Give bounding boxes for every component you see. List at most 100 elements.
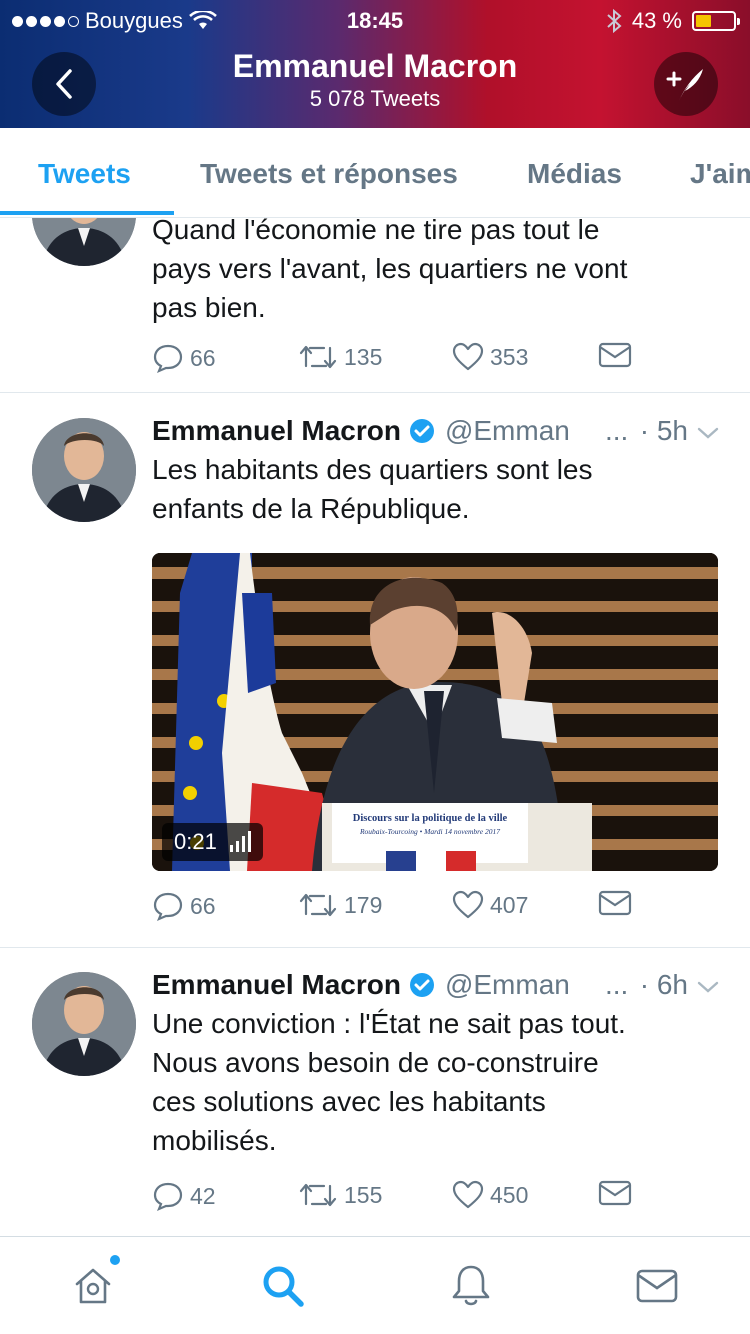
video-player[interactable]: Discours sur la politique de la ville Ro… [152,553,718,871]
timeline[interactable]: Quand l'économie ne tire pas tout le pay… [0,218,750,1236]
tweet-text-line: pas bien. [152,292,266,323]
reply-icon [153,892,183,922]
tweet-actions: 66 179 407 [152,890,652,926]
author-name[interactable]: Emmanuel Macron [152,969,401,1001]
retweet-icon [299,345,337,369]
reply-button[interactable]: 66 [152,890,216,922]
podium-sign-title: Discours sur la politique de la ville [353,813,508,824]
tweet-text-line: Quand l'économie ne tire pas tout le [152,218,600,245]
profile-name: Emmanuel Macron [232,48,518,84]
handle-ellipsis: ... [604,969,629,1000]
home-icon [75,1268,111,1304]
avatar[interactable] [32,418,136,522]
heart-icon [452,1180,484,1209]
avatar[interactable] [32,972,136,1076]
direct-message-button[interactable] [598,1180,632,1206]
retweet-icon [299,893,337,917]
verified-badge-icon [409,973,434,997]
heart-icon [452,890,484,919]
video-duration-badge: 0:21 [162,823,263,861]
like-button[interactable]: 407 [452,890,528,920]
tweet-text-line: Les habitants des quartiers sont les [152,454,593,485]
reply-count: 66 [190,344,216,371]
tweet-item[interactable]: Emmanuel Macron @Emman... · 6h Une convi… [0,948,750,1236]
profile-tabs: Tweets Tweets et réponses Médias J'aim [0,128,750,218]
tweet-item[interactable]: Emmanuel Macron @Emman... · 5h Les habit… [0,393,750,948]
bottom-tab-home[interactable] [68,1255,120,1311]
verified-badge-icon [409,419,434,443]
volume-bars-icon [229,831,251,852]
tweet-text-line: ces solutions avec les habitants [152,1086,546,1117]
tab-likes[interactable]: J'aim [690,158,750,190]
direct-message-button[interactable] [598,890,632,916]
avatar[interactable] [32,218,136,266]
retweet-count: 155 [344,1181,383,1208]
author-handle: @Emman [444,969,570,1000]
bottom-tab-search[interactable] [258,1261,308,1311]
tweet-timestamp: · 5h [639,415,688,446]
search-icon [263,1266,304,1307]
new-tweets-indicator [110,1255,120,1265]
tweet-timestamp: · 6h [639,969,688,1000]
status-bar: Bouygues 18:45 43 % [0,0,750,40]
reply-icon [153,344,183,374]
heart-icon [452,342,484,371]
tweet-actions: 66 135 353 [152,342,652,378]
battery-icon [692,11,740,31]
tab-tweets[interactable]: Tweets [38,158,131,190]
envelope-icon [598,890,632,916]
tweet-text-line: mobilisés. [152,1125,277,1156]
envelope-icon [598,1180,632,1206]
video-duration: 0:21 [174,829,217,854]
like-button[interactable]: 450 [452,1180,528,1210]
retweet-count: 179 [344,891,383,918]
battery-percent: 43 % [631,8,682,33]
tweet-text: Les habitants des quartiers sont les enf… [152,450,722,528]
podium-sign-subtitle: Roubaix-Tourcoing • Mardi 14 novembre 20… [359,827,500,836]
tweet-actions: 42 155 450 [152,1180,652,1216]
reply-count: 42 [190,1182,216,1209]
like-count: 353 [490,343,529,370]
tweet-text-line: enfants de la République. [152,493,470,524]
reply-button[interactable]: 42 [152,1180,216,1212]
tweet-count: 5 078 Tweets [309,86,441,111]
messages-icon [636,1269,678,1303]
compose-tweet-button[interactable] [654,52,718,116]
direct-message-button[interactable] [598,342,632,368]
author-handle: @Emman [444,415,570,446]
author-name[interactable]: Emmanuel Macron [152,415,401,447]
profile-header: Bouygues 18:45 43 % Emmanuel Macron 5 07… [0,0,750,128]
retweet-button[interactable]: 155 [298,1180,382,1210]
envelope-icon [598,342,632,368]
tweet-text: Quand l'économie ne tire pas tout le pay… [152,218,722,327]
retweet-count: 135 [344,343,383,370]
compose-quill-icon [666,69,703,101]
tweet-text-line: pays vers l'avant, les quartiers ne vont [152,253,628,284]
reply-button[interactable]: 66 [152,342,216,374]
reply-count: 66 [190,892,216,919]
chevron-down-icon[interactable] [696,975,720,999]
tweet-text: Une conviction : l'État ne sait pas tout… [152,1004,722,1160]
retweet-button[interactable]: 179 [298,890,382,920]
tweet-author-line: Emmanuel Macron @Emman... [152,969,628,1001]
tweet-text-line: Nous avons besoin de co-construire [152,1047,599,1078]
bottom-tab-notifications[interactable] [446,1261,496,1311]
tab-tweets-and-replies[interactable]: Tweets et réponses [200,158,458,190]
tab-media[interactable]: Médias [527,158,622,190]
chevron-down-icon[interactable] [696,421,720,445]
bottom-tab-bar [0,1236,750,1334]
status-right: 43 % [606,8,740,34]
tweet-text-line: Une conviction : l'État ne sait pas tout… [152,1008,626,1039]
notifications-icon [452,1265,490,1306]
active-tab-indicator [0,211,174,215]
tweet-author-line: Emmanuel Macron @Emman... [152,415,628,447]
tweet-item[interactable]: Quand l'économie ne tire pas tout le pay… [0,218,750,393]
retweet-icon [299,1183,337,1207]
like-count: 450 [490,1181,529,1208]
like-button[interactable]: 353 [452,342,528,372]
retweet-button[interactable]: 135 [298,342,382,372]
reply-icon [153,1182,183,1212]
like-count: 407 [490,891,529,918]
bottom-tab-messages[interactable] [632,1261,682,1311]
handle-ellipsis: ... [604,415,629,446]
